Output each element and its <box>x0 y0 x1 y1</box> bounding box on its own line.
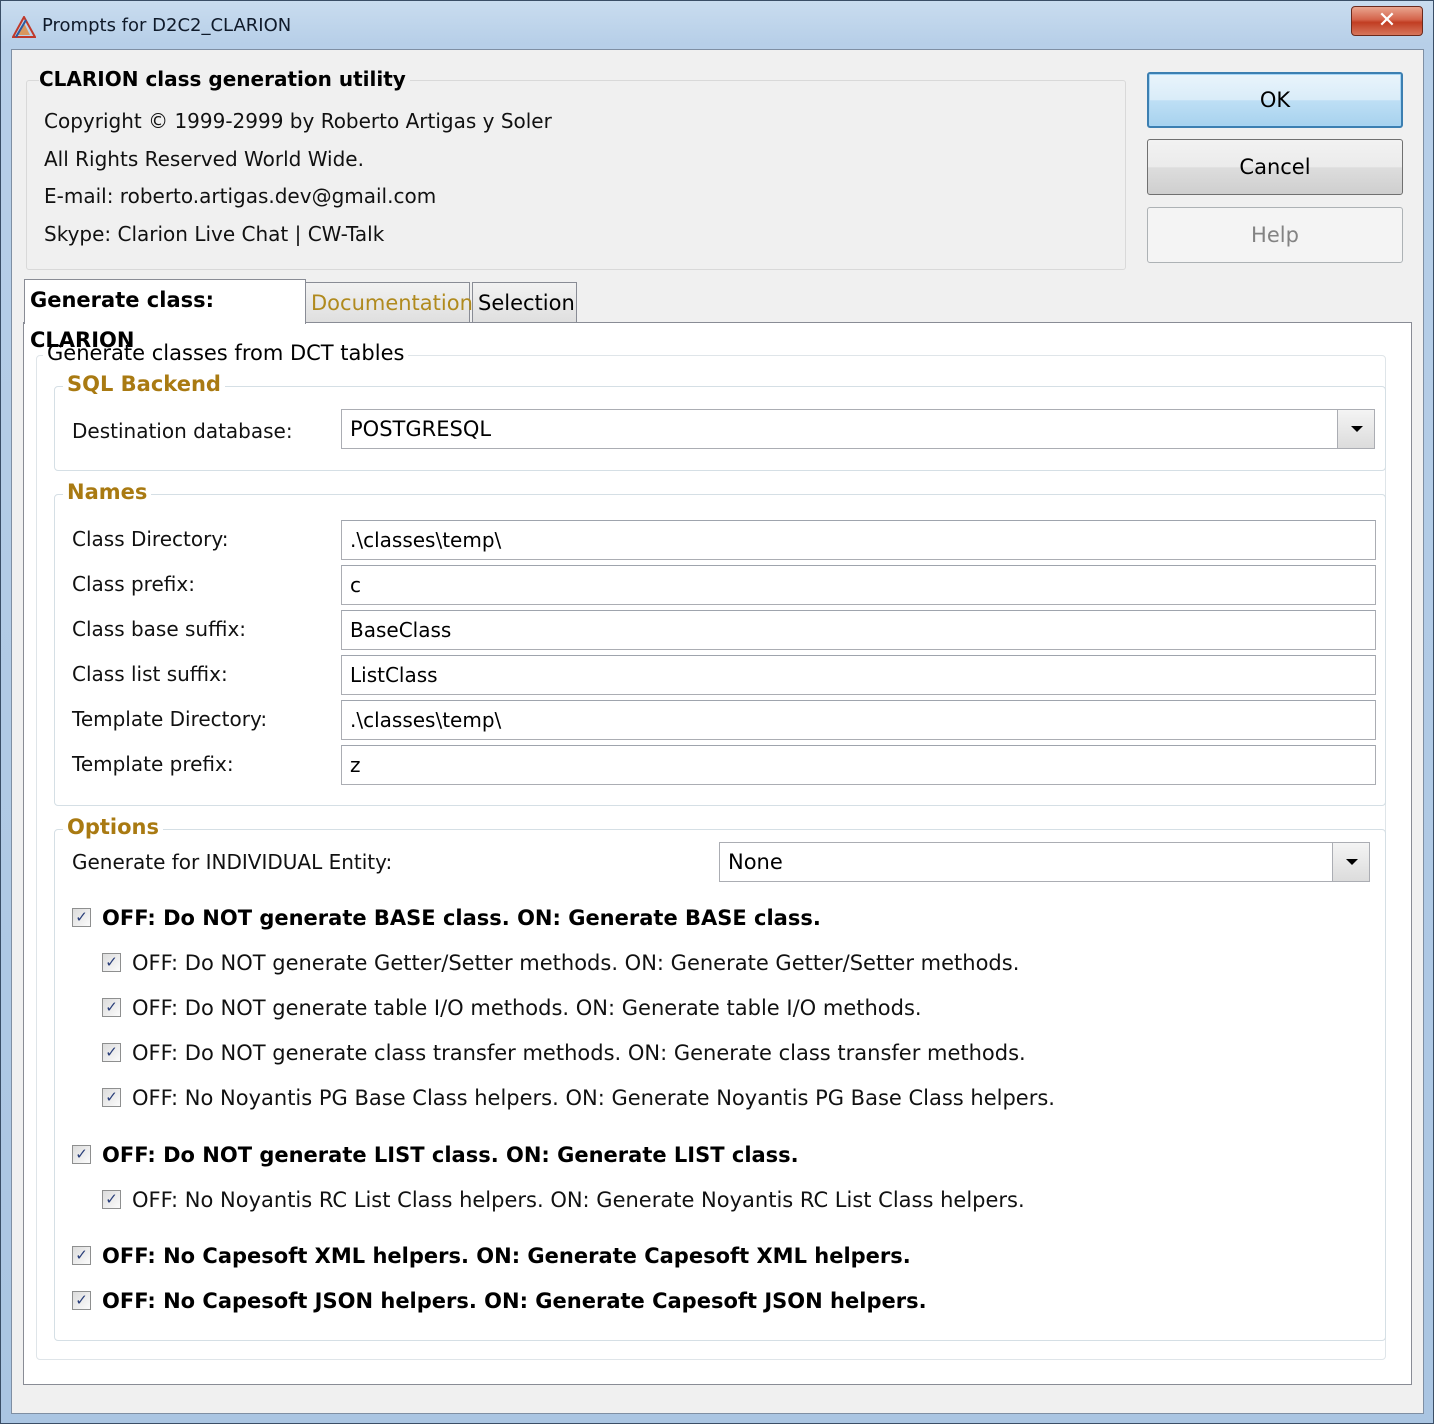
class-prefix-input[interactable]: c <box>341 565 1376 605</box>
checkbox[interactable]: ✓ <box>102 1043 121 1062</box>
template-directory-label: Template Directory: <box>72 707 268 731</box>
capesoft-json-checkbox-label: OFF: No Capesoft JSON helpers. ON: Gener… <box>102 1289 927 1313</box>
window-title: Prompts for D2C2_CLARION <box>42 15 292 36</box>
checkbox[interactable]: ✓ <box>72 1291 91 1310</box>
info-group: CLARION class generation utility Copyrig… <box>26 67 1126 270</box>
sql-backend-title: SQL Backend <box>63 372 225 396</box>
list-class-checkbox-label: OFF: Do NOT generate LIST class. ON: Gen… <box>102 1143 799 1167</box>
class-base-suffix-input[interactable]: BaseClass <box>341 610 1376 650</box>
app-logo-icon <box>12 16 36 38</box>
chevron-down-icon[interactable] <box>1332 843 1369 881</box>
class-directory-label: Class Directory: <box>72 527 229 551</box>
checkbox[interactable]: ✓ <box>102 953 121 972</box>
destination-database-value: POSTGRESQL <box>350 417 492 441</box>
individual-entity-select[interactable]: None <box>719 842 1370 882</box>
rights-text: All Rights Reserved World Wide. <box>44 147 364 171</box>
help-button[interactable]: Help <box>1147 207 1403 263</box>
names-group: Names Class Directory: .\classes\temp\ C… <box>54 480 1386 806</box>
tab-selection[interactable]: Selection <box>472 282 577 322</box>
checkbox[interactable]: ✓ <box>102 1190 121 1209</box>
destination-database-select[interactable]: POSTGRESQL <box>341 409 1375 449</box>
checkbox[interactable]: ✓ <box>72 1145 91 1164</box>
getter-setter-checkbox-label: OFF: Do NOT generate Getter/Setter metho… <box>132 951 1020 975</box>
tab-generate-class[interactable]: Generate class: CLARION <box>24 279 306 352</box>
template-prefix-label: Template prefix: <box>72 752 234 776</box>
destination-label: Destination database: <box>72 419 293 443</box>
generate-classes-group: Generate classes from DCT tables SQL Bac… <box>36 341 1386 1360</box>
individual-entity-value: None <box>728 850 783 874</box>
class-transfer-checkbox-label: OFF: Do NOT generate class transfer meth… <box>132 1041 1026 1065</box>
tab-documentation[interactable]: Documentation <box>305 282 473 322</box>
close-button[interactable]: ✕ <box>1351 6 1423 36</box>
checkbox[interactable]: ✓ <box>102 998 121 1017</box>
options-title: Options <box>63 815 163 839</box>
class-list-suffix-label: Class list suffix: <box>72 662 228 686</box>
base-class-checkbox-label: OFF: Do NOT generate BASE class. ON: Gen… <box>102 906 821 930</box>
checkbox[interactable]: ✓ <box>72 908 91 927</box>
template-prefix-input[interactable]: z <box>341 745 1376 785</box>
options-group: Options Generate for INDIVIDUAL Entity: … <box>54 815 1386 1341</box>
class-prefix-label: Class prefix: <box>72 572 195 596</box>
skype-text: Skype: Clarion Live Chat | CW-Talk <box>44 222 385 246</box>
individual-entity-label: Generate for INDIVIDUAL Entity: <box>72 850 393 874</box>
tab-panel-generate: Generate classes from DCT tables SQL Bac… <box>23 322 1412 1385</box>
ok-button[interactable]: OK <box>1147 72 1403 128</box>
title-bar[interactable]: Prompts for D2C2_CLARION ✕ <box>1 1 1433 49</box>
info-title: CLARION class generation utility <box>39 67 410 91</box>
class-directory-input[interactable]: .\classes\temp\ <box>341 520 1376 560</box>
class-base-suffix-label: Class base suffix: <box>72 617 247 641</box>
noyantis-rc-checkbox-label: OFF: No Noyantis RC List Class helpers. … <box>132 1188 1025 1212</box>
template-directory-input[interactable]: .\classes\temp\ <box>341 700 1376 740</box>
sql-backend-group: SQL Backend Destination database: POSTGR… <box>54 372 1386 471</box>
class-list-suffix-input[interactable]: ListClass <box>341 655 1376 695</box>
names-title: Names <box>63 480 152 504</box>
checkbox[interactable]: ✓ <box>102 1088 121 1107</box>
noyantis-pg-checkbox-label: OFF: No Noyantis PG Base Class helpers. … <box>132 1086 1055 1110</box>
dialog-client-area: CLARION class generation utility Copyrig… <box>11 49 1424 1414</box>
dialog-window: Prompts for D2C2_CLARION ✕ CLARION class… <box>0 0 1434 1424</box>
chevron-down-icon[interactable] <box>1337 410 1374 448</box>
table-io-checkbox-label: OFF: Do NOT generate table I/O methods. … <box>132 996 922 1020</box>
cancel-button[interactable]: Cancel <box>1147 139 1403 195</box>
checkbox[interactable]: ✓ <box>72 1246 91 1265</box>
copyright-text: Copyright © 1999-2999 by Roberto Artigas… <box>44 109 552 133</box>
capesoft-xml-checkbox-label: OFF: No Capesoft XML helpers. ON: Genera… <box>102 1244 911 1268</box>
email-text: E-mail: roberto.artigas.dev@gmail.com <box>44 184 437 208</box>
